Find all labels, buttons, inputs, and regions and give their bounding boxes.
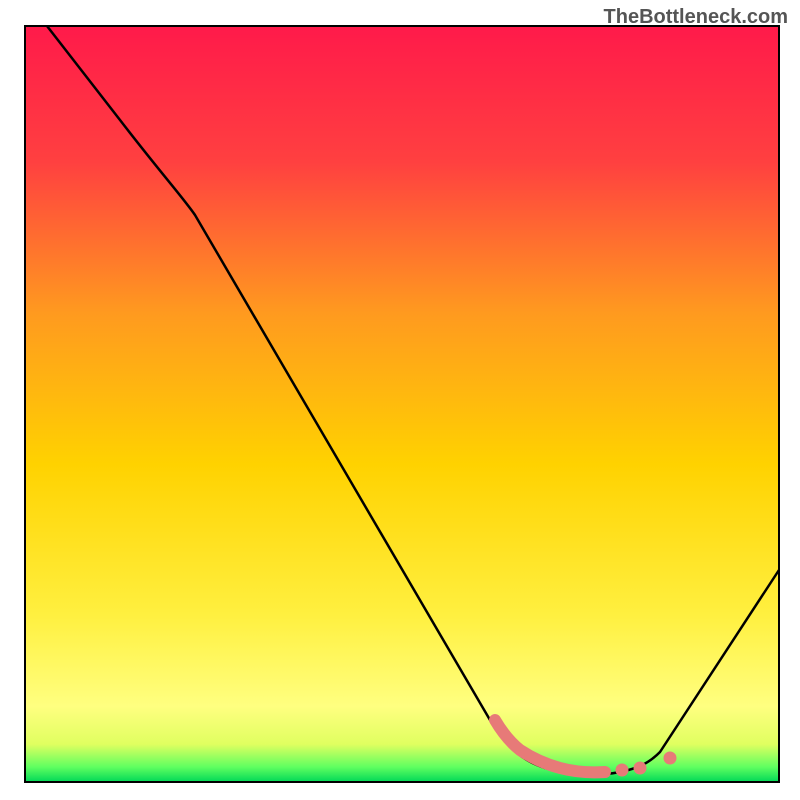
chart-container: TheBottleneck.com	[0, 0, 800, 800]
plot-background	[25, 26, 779, 782]
watermark-text: TheBottleneck.com	[604, 6, 788, 29]
chart-svg	[0, 0, 800, 800]
